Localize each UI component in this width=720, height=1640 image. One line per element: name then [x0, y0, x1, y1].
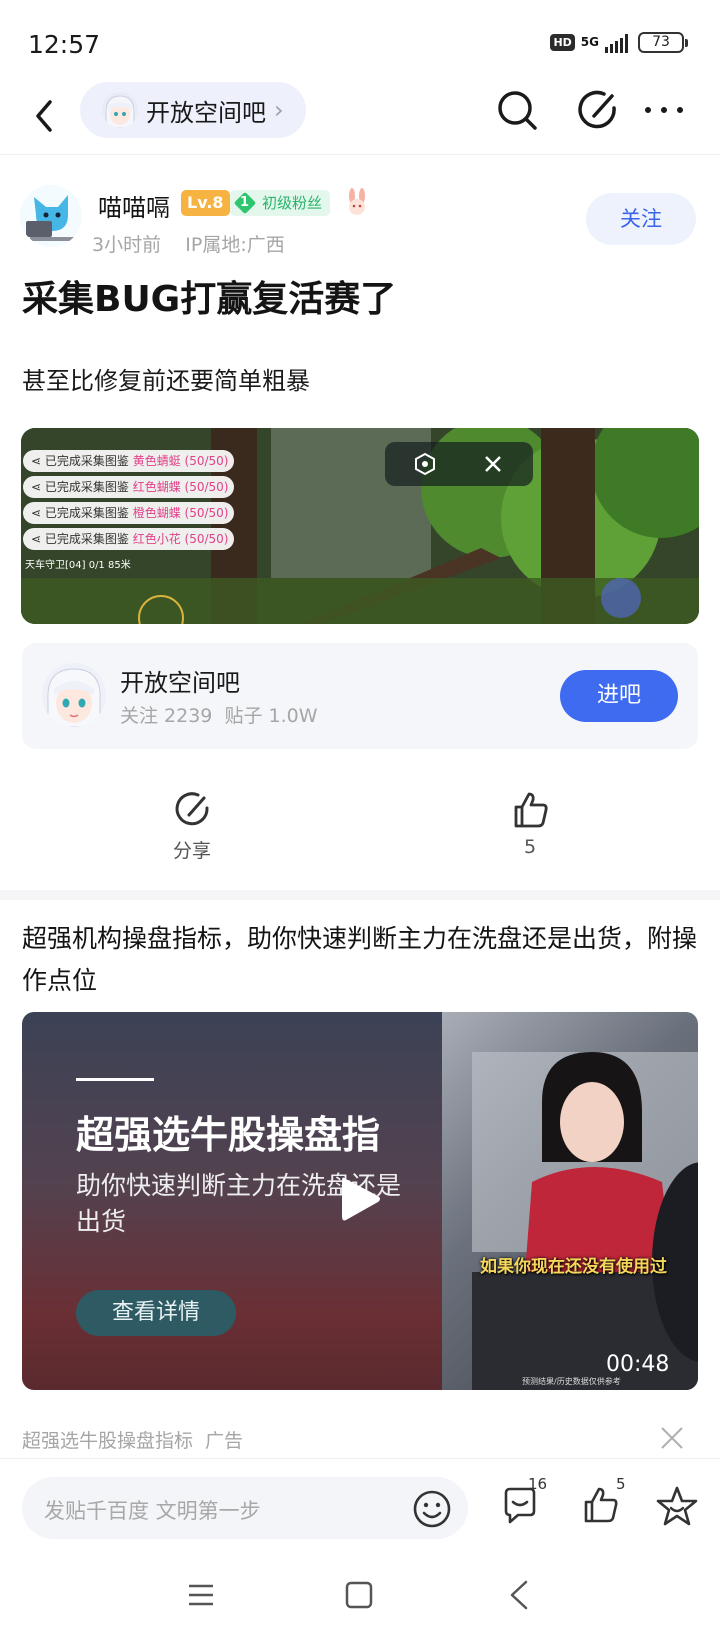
battery-icon: 73 [638, 32, 688, 53]
bottom-reply-bar: 发贴千百度 文明第一步 16 5 [0, 1458, 720, 1558]
author-name[interactable]: 喵喵嗝 [98, 188, 170, 223]
close-icon [485, 456, 501, 472]
author-avatar[interactable] [20, 185, 82, 247]
achievement-item: ⋖ 已完成采集图鉴 黄色蜻蜓 (50/50) [23, 450, 235, 472]
chevron-right-icon: › [274, 96, 284, 124]
forum-follow-count: 关注 2239 [120, 705, 213, 727]
post-image[interactable]: ⋖ 已完成采集图鉴 黄色蜻蜓 (50/50) ⋖ 已完成采集图鉴 红色蝴蝶 (5… [21, 428, 699, 624]
ad-panel-right: 如果你现在还没有使用过 预测结果/历史数据仅供参考 [442, 1012, 698, 1390]
hexagon-icon [415, 452, 435, 476]
back-icon[interactable] [24, 88, 68, 144]
network-type: 5G [580, 35, 599, 49]
status-time: 12:57 [28, 30, 101, 59]
forum-pill-name: 开放空间吧 [146, 98, 266, 127]
emoji-icon[interactable] [412, 1489, 452, 1529]
like-action[interactable]: 5 [498, 790, 562, 858]
ad-detail-button[interactable]: 查看详情 [76, 1290, 236, 1336]
ad-disclaimer: 预测结果/历史数据仅供参考 [522, 1377, 621, 1386]
forum-card[interactable]: 开放空间吧 关注 2239 贴子 1.0W 进吧 [22, 643, 698, 749]
more-icon[interactable] [640, 84, 688, 136]
ad-tag: 广告 [205, 1430, 244, 1452]
hd-badge: HD [550, 34, 575, 51]
game-hud-text: 天车守卫[04] 0/1 85米 [25, 560, 131, 571]
ad-source: 超强选牛股操盘指标 [22, 1430, 194, 1452]
fan-level-number: 1 [240, 195, 250, 210]
forum-card-stats: 关注 2239 贴子 1.0W [120, 701, 318, 728]
ad-person-image [472, 1052, 698, 1390]
status-bar: 12:57 HD 5G 73 [0, 0, 720, 78]
play-icon[interactable] [338, 1174, 382, 1224]
menu-icon[interactable] [186, 1580, 216, 1610]
post-time: 3小时前 [92, 234, 162, 256]
ad-headline: 超强选牛股操盘指 [76, 1113, 381, 1157]
signal-icon [605, 33, 628, 53]
post-body: 甚至比修复前还要简单粗暴 [22, 367, 310, 395]
ad-footer: 超强选牛股操盘指标 广告 [22, 1426, 255, 1453]
star-icon[interactable] [656, 1485, 698, 1527]
forum-pill[interactable]: 开放空间吧 › [80, 82, 306, 138]
share-icon [175, 792, 209, 826]
level-badge: Lv.8 [181, 190, 230, 216]
close-icon[interactable] [658, 1424, 686, 1452]
ip-location: IP属地:广西 [185, 234, 285, 256]
reply-placeholder: 发贴千百度 文明第一步 [44, 1499, 261, 1523]
post-title: 采集BUG打赢复活赛了 [22, 279, 397, 320]
post-meta: 3小时前 IP属地:广西 [92, 230, 285, 257]
reply-input[interactable]: 发贴千百度 文明第一步 [22, 1477, 468, 1539]
follow-button[interactable]: 关注 [586, 193, 696, 245]
back-nav-icon[interactable] [504, 1578, 534, 1612]
fan-badge-label: 初级粉丝 [262, 194, 323, 212]
forum-avatar-icon [42, 663, 106, 727]
section-separator [0, 890, 720, 900]
achievement-item: ⋖ 已完成采集图鉴 红色小花 (50/50) [23, 528, 235, 550]
system-nav [0, 1560, 720, 1640]
bunny-icon [349, 188, 365, 215]
like-icon[interactable] [580, 1485, 620, 1525]
share-label: 分享 [172, 840, 211, 862]
ad-rule [76, 1078, 154, 1081]
achievement-item: ⋖ 已完成采集图鉴 红色蝴蝶 (50/50) [23, 476, 235, 498]
status-indicators: HD 5G 73 [550, 32, 688, 53]
nav-divider [0, 154, 720, 155]
share-icon[interactable] [574, 84, 622, 136]
top-nav: 开放空间吧 › [0, 80, 720, 152]
search-icon[interactable] [494, 84, 542, 136]
video-duration: 00:48 [606, 1352, 670, 1377]
game-overlay-controls [385, 442, 533, 486]
achievement-item: ⋖ 已完成采集图鉴 橙色蝴蝶 (50/50) [23, 502, 235, 524]
forum-avatar-icon [102, 92, 138, 128]
achievement-list: ⋖ 已完成采集图鉴 黄色蜻蜓 (50/50) ⋖ 已完成采集图鉴 红色蝴蝶 (5… [23, 450, 235, 550]
fan-badge: 1 初级粉丝 [230, 190, 331, 216]
forum-post-count: 贴子 1.0W [224, 705, 318, 727]
ad-video-caption: 如果你现在还没有使用过 [480, 1257, 667, 1277]
comment-count: 16 [528, 1475, 548, 1493]
like-count: 5 [523, 836, 537, 858]
ad-video[interactable]: 超强选牛股操盘指 助你快速判断主力在洗盘还是出货 查看详情 如果你现在还没有使用… [22, 1012, 698, 1390]
share-action[interactable]: 分享 [160, 790, 224, 863]
forum-card-name: 开放空间吧 [120, 669, 240, 697]
home-icon[interactable] [344, 1580, 374, 1610]
like-icon [514, 792, 548, 828]
ad-title[interactable]: 超强机构操盘指标，助你快速判断主力在洗盘还是出货，附操作点位 [22, 918, 698, 1002]
like-count: 5 [616, 1475, 626, 1493]
enter-forum-button[interactable]: 进吧 [560, 670, 678, 722]
